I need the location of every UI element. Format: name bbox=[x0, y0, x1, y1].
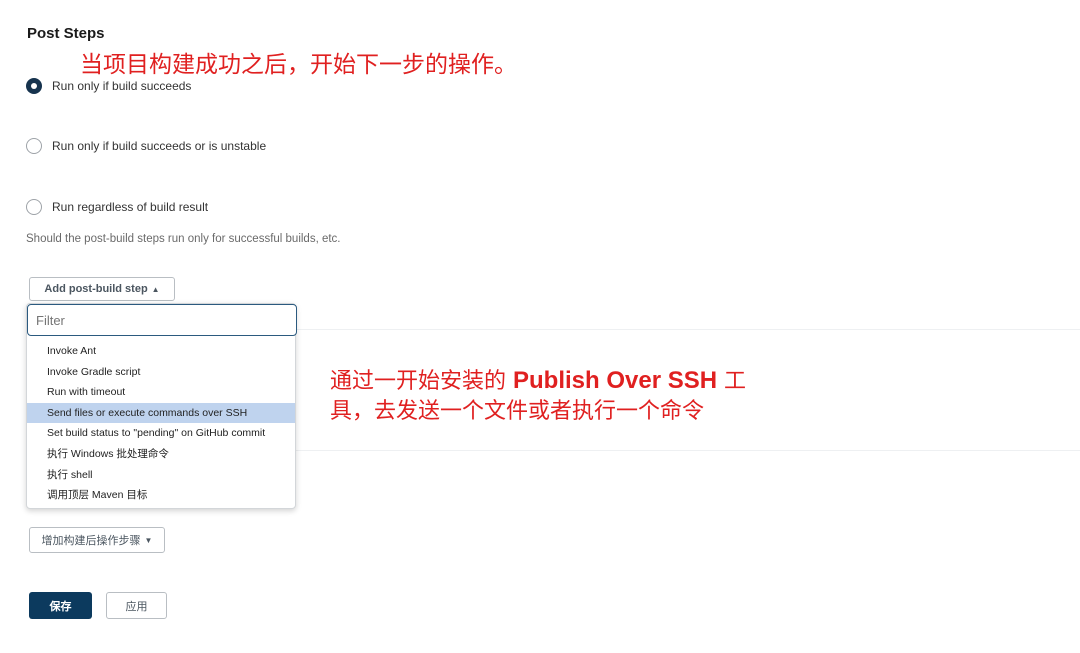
caret-up-icon: ▲ bbox=[151, 284, 160, 294]
menu-item-maven[interactable]: 调用顶层 Maven 目标 bbox=[27, 485, 295, 506]
annotation-text: 通过一开始安装的 bbox=[330, 369, 513, 394]
annotation-emphasis: Publish Over SSH bbox=[513, 367, 718, 394]
menu-item-invoke-gradle[interactable]: Invoke Gradle script bbox=[27, 362, 295, 383]
radio-label: Run regardless of build result bbox=[52, 200, 209, 214]
button-label: 增加构建后操作步骤 bbox=[41, 535, 141, 547]
menu-item-windows-batch[interactable]: 执行 Windows 批处理命令 bbox=[27, 444, 295, 465]
button-label: Add post-build step bbox=[44, 283, 148, 295]
radio-unchecked-icon[interactable] bbox=[26, 138, 42, 154]
radio-label: Run only if build succeeds bbox=[52, 79, 192, 93]
radio-label: Run only if build succeeds or is unstabl… bbox=[52, 139, 267, 153]
annotation-text: 工 bbox=[717, 369, 747, 394]
add-post-build-action-button[interactable]: 增加构建后操作步骤 ▼ bbox=[29, 527, 165, 553]
annotation-line-1: 通过一开始安装的 Publish Over SSH 工 bbox=[330, 366, 746, 397]
menu-item-send-files-over-ssh[interactable]: Send files or execute commands over SSH bbox=[27, 402, 295, 424]
radio-unchecked-icon[interactable] bbox=[26, 199, 42, 215]
help-text: Should the post-build steps run only for… bbox=[26, 233, 341, 245]
apply-button[interactable]: 应用 bbox=[106, 592, 167, 619]
annotation-line-2: 具，去发送一个文件或者执行一个命令 bbox=[330, 399, 705, 424]
add-post-build-step-button[interactable]: Add post-build step ▲ bbox=[29, 277, 175, 301]
section-title: Post Steps bbox=[27, 25, 105, 42]
post-steps-page: Post Steps 当项目构建成功之后，开始下一步的操作。 Run only … bbox=[0, 0, 1080, 653]
radio-checked-icon[interactable] bbox=[26, 78, 42, 94]
caret-down-icon: ▼ bbox=[144, 535, 153, 545]
divider bbox=[296, 329, 1080, 330]
filter-input[interactable] bbox=[27, 304, 297, 336]
radio-run-regardless[interactable]: Run regardless of build result bbox=[26, 197, 208, 217]
annotation-publish-over-ssh: 通过一开始安装的 Publish Over SSH 工 具，去发送一个文件或者执… bbox=[330, 366, 746, 427]
divider bbox=[296, 450, 1080, 451]
menu-item-invoke-ant[interactable]: Invoke Ant bbox=[27, 341, 295, 362]
radio-run-if-succeeds-or-unstable[interactable]: Run only if build succeeds or is unstabl… bbox=[26, 136, 266, 156]
menu-list: Invoke Ant Invoke Gradle script Run with… bbox=[27, 341, 295, 506]
save-button[interactable]: 保存 bbox=[29, 592, 92, 619]
radio-run-if-succeeds[interactable]: Run only if build succeeds bbox=[26, 76, 191, 96]
menu-item-set-github-status[interactable]: Set build status to "pending" on GitHub … bbox=[27, 423, 295, 444]
post-build-step-menu: Invoke Ant Invoke Gradle script Run with… bbox=[26, 303, 297, 509]
menu-item-shell[interactable]: 执行 shell bbox=[27, 465, 295, 486]
menu-item-run-with-timeout[interactable]: Run with timeout bbox=[27, 382, 295, 403]
